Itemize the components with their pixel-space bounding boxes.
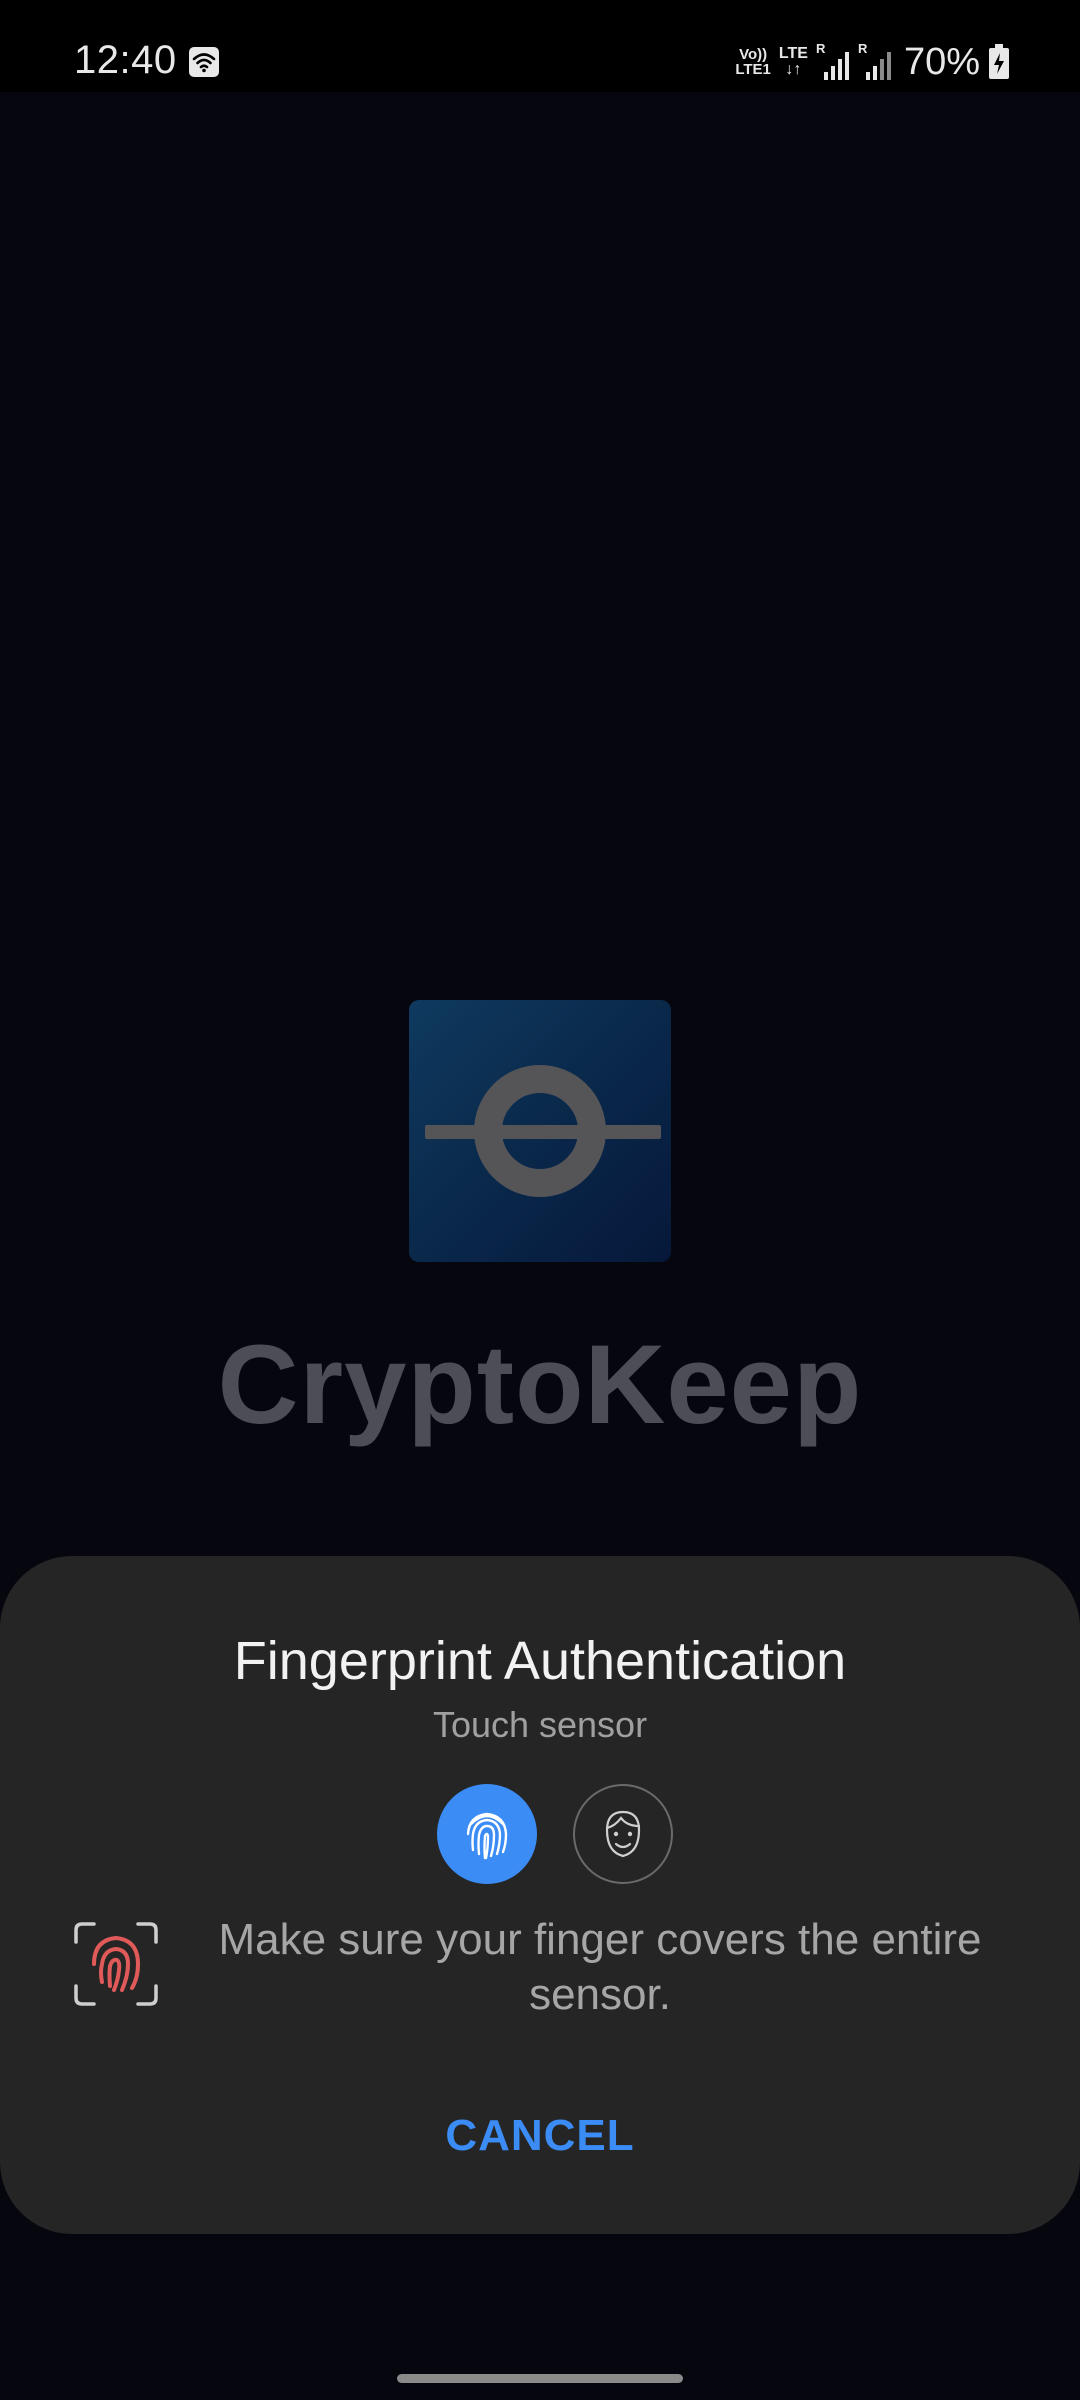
signal-strength-icon-2: R <box>858 42 891 80</box>
cancel-button[interactable]: CANCEL <box>390 2096 690 2176</box>
lte-indicator: LTE ↓↑ <box>779 46 808 78</box>
battery-percent: 70% <box>903 40 980 83</box>
app-logo <box>409 1000 671 1262</box>
volte-sim-label: LTE1 <box>735 61 771 78</box>
auth-title: Fingerprint Authentication <box>233 1631 847 1691</box>
status-bar: 12:40 Vo)) LTE1 LTE ↓↑ R R 70% <box>0 0 1080 92</box>
face-icon <box>605 1810 641 1858</box>
auth-message: Make sure your finger covers the entire … <box>218 1915 982 2019</box>
home-indicator[interactable] <box>397 2374 683 2383</box>
fingerprint-method-button[interactable] <box>437 1784 537 1884</box>
fingerprint-scan-icon <box>74 1922 158 2006</box>
wifi-hotspot-icon <box>189 47 219 77</box>
status-time: 12:40 <box>74 38 177 82</box>
roaming-label-2: R <box>858 42 868 56</box>
crypto-ring-icon <box>425 1065 661 1197</box>
data-arrows-icon: ↓↑ <box>785 61 802 78</box>
status-indicators: Vo)) LTE1 LTE ↓↑ R R 70% <box>735 40 1010 84</box>
battery-charging-icon <box>989 44 1009 79</box>
face-method-button[interactable] <box>573 1784 673 1884</box>
biometric-auth-sheet: Fingerprint Authentication Touch sensor <box>0 1556 1080 2234</box>
lte-label: LTE <box>778 45 808 62</box>
volte-indicator: Vo)) LTE1 <box>735 47 771 77</box>
screen: 12:40 Vo)) LTE1 LTE ↓↑ R R 70% CryptoKee… <box>0 0 1080 2400</box>
roaming-label-1: R <box>816 42 826 56</box>
volte-label: Vo)) <box>739 46 768 63</box>
signal-strength-icon: R <box>816 42 849 80</box>
fingerprint-icon <box>466 1812 508 1860</box>
auth-subtitle: Touch sensor <box>432 1704 648 1745</box>
app-name: CryptoKeep <box>217 1322 863 1447</box>
